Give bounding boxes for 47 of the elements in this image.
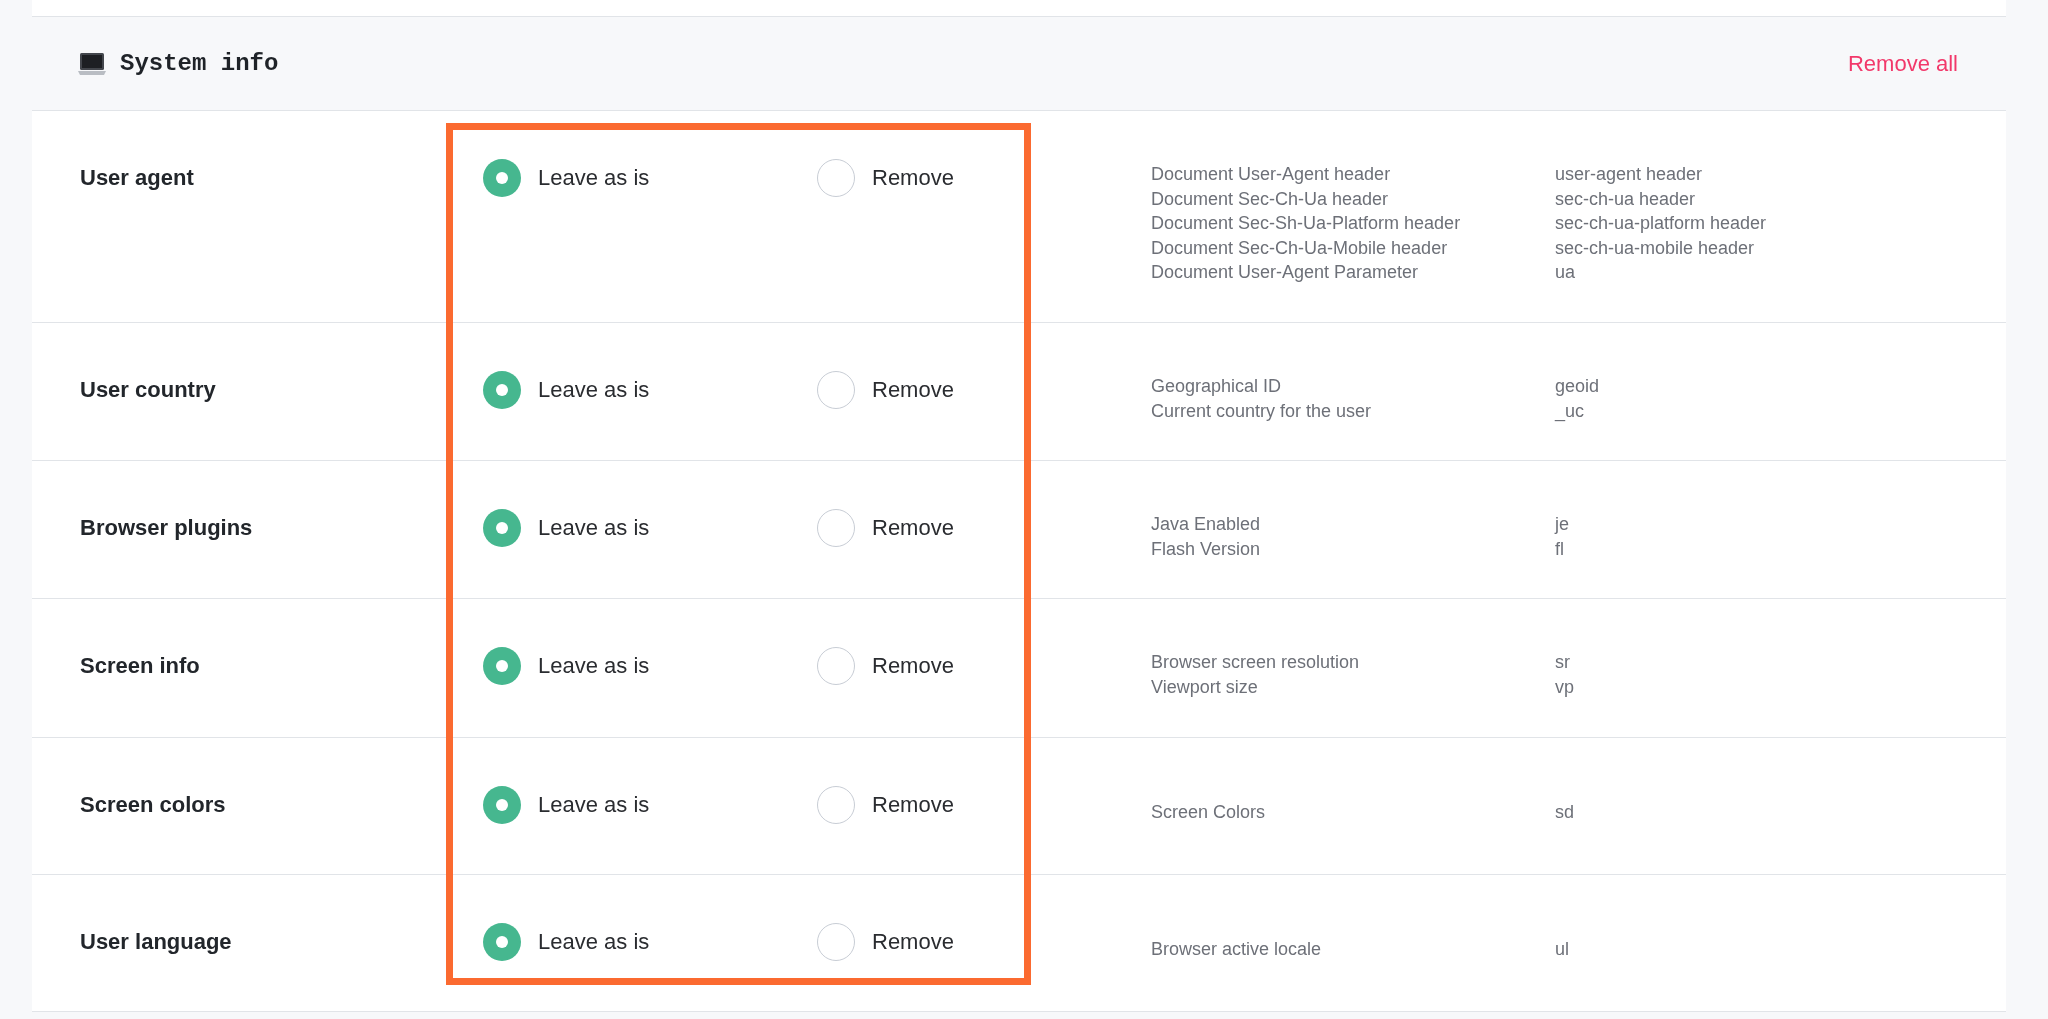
parameter-key: geoid [1555, 373, 1600, 399]
radio-option[interactable]: Leave as is [483, 159, 650, 197]
parameter-key: sr [1555, 650, 1570, 675]
radio-option[interactable]: Leave as is [483, 647, 650, 686]
radio-option[interactable]: Remove [817, 159, 954, 197]
parameter-key: sec-ch-ua-mobile header [1555, 235, 1755, 261]
parameter-key: sec-ch-ua-platform header [1555, 211, 1767, 236]
radio-option[interactable]: Leave as is [483, 785, 650, 824]
parameter-key: je [1555, 512, 1569, 537]
parameter-name: Document Sec-Ch-Ua-Mobile header [1151, 236, 1448, 260]
radio-option[interactable]: Remove [817, 647, 954, 686]
setting-label: Screen colors [80, 791, 226, 817]
setting-label: User country [80, 376, 216, 402]
parameter-key: ua [1555, 260, 1576, 285]
parameter-name: Browser screen resolution [1151, 651, 1360, 675]
parameter-name: Browser active locale [1151, 938, 1322, 962]
parameter-name: Java Enabled [1151, 513, 1261, 537]
parameter-name: Current country for the user [1151, 399, 1372, 423]
radio-option[interactable]: Remove [817, 922, 954, 961]
radio-option[interactable]: Remove [817, 785, 954, 824]
parameter-key: vp [1555, 674, 1574, 700]
parameter-key: sec-ch-ua header [1555, 186, 1696, 212]
radio-option[interactable]: Leave as is [483, 509, 650, 548]
setting-label: Browser plugins [80, 515, 253, 541]
parameter-name: Flash Version [1151, 537, 1261, 561]
parameter-key: fl [1555, 536, 1564, 562]
parameter-key: _uc [1555, 398, 1585, 424]
parameter-name: Screen Colors [1151, 801, 1266, 825]
radio-option[interactable]: Leave as is [483, 370, 650, 409]
parameter-name: Document User-Agent Parameter [1151, 261, 1419, 285]
parameter-name: Geographical ID [1151, 374, 1282, 398]
parameter-key: sd [1555, 800, 1574, 825]
radio-option[interactable]: Remove [817, 370, 954, 409]
parameter-key: ul [1555, 937, 1569, 962]
parameter-name: Document Sec-Ch-Ua header [1151, 187, 1389, 211]
setting-label: User language [80, 928, 232, 954]
parameter-key: user-agent header [1555, 162, 1703, 187]
radio-option[interactable]: Leave as is [483, 922, 650, 961]
setting-label: Screen info [80, 653, 200, 679]
setting-label: User agent [80, 165, 194, 190]
parameter-name: Document User-Agent header [1151, 163, 1391, 186]
parameter-name: Viewport size [1151, 675, 1258, 699]
radio-option[interactable]: Remove [817, 509, 954, 548]
section-title: System info [120, 48, 279, 79]
remove-all-link[interactable]: Remove all [1847, 47, 1958, 80]
parameter-name: Document Sec-Sh-Ua-Platform header [1151, 212, 1461, 236]
laptop-icon [78, 51, 106, 76]
